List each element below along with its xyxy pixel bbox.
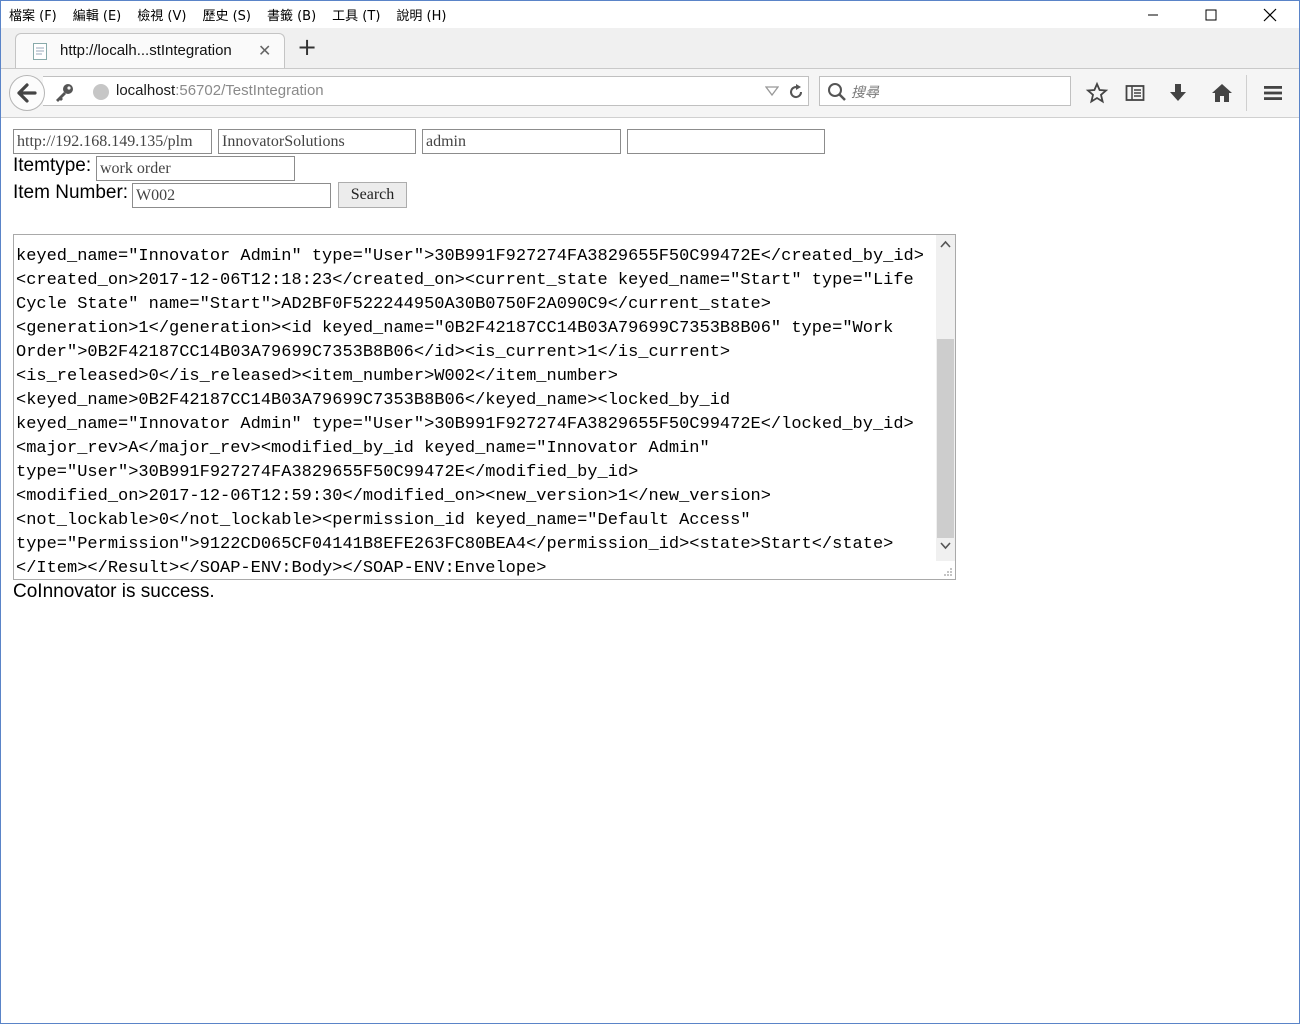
search-placeholder: 搜尋 — [851, 85, 879, 101]
vertical-scrollbar[interactable] — [936, 235, 955, 561]
menu-edit[interactable]: 編輯 (E) — [73, 5, 122, 24]
maximize-icon — [1205, 9, 1217, 20]
result-line: keyed_name="Innovator Admin" type="User"… — [16, 415, 914, 434]
database-input[interactable]: InnovatorSolutions — [218, 129, 416, 154]
browser-tab[interactable]: http://localh...stIntegration ✕ — [15, 33, 285, 68]
result-line: <is_released>0</is_released><item_number… — [16, 367, 618, 386]
menu-view[interactable]: 檢視 (V) — [137, 5, 186, 24]
tab-title: http://localh...stIntegration — [60, 42, 232, 59]
tab-close-icon[interactable]: ✕ — [258, 41, 271, 60]
resize-grip-icon[interactable] — [943, 567, 953, 577]
close-window-button[interactable] — [1241, 1, 1299, 28]
url-host: localhost — [116, 82, 176, 99]
result-line: type="Permission">9122CD065CF04141B8EFE2… — [16, 535, 894, 554]
result-line: <major_rev>A</major_rev><modified_by_id … — [16, 439, 710, 458]
result-line: <created_on>2017-12-06T12:18:23</created… — [16, 271, 914, 290]
bookmark-star-icon[interactable] — [1085, 81, 1109, 105]
minimize-icon — [1148, 14, 1158, 15]
minimize-button[interactable] — [1124, 1, 1182, 28]
result-line: keyed_name="Innovator Admin" type="User"… — [16, 247, 924, 266]
scroll-down-icon[interactable] — [940, 542, 951, 550]
maximize-button[interactable] — [1182, 1, 1240, 28]
result-line: <keyed_name>0B2F42187CC14B03A79699C7353B… — [16, 391, 731, 410]
password-input[interactable] — [627, 129, 825, 154]
server-url-input[interactable]: http://192.168.149.135/plm — [13, 129, 212, 154]
result-line: <modified_on>2017-12-06T12:59:30</modifi… — [16, 487, 771, 506]
page-icon — [33, 43, 47, 60]
navigation-bar: localhost:56702/TestIntegration 搜尋 — [1, 69, 1299, 118]
download-icon[interactable] — [1166, 81, 1190, 105]
search-button[interactable]: Search — [338, 182, 407, 208]
back-button[interactable] — [9, 75, 45, 111]
dropdown-arrow-icon[interactable] — [765, 84, 779, 98]
result-line-partial: __ — [16, 235, 916, 245]
itemtype-label: Itemtype: — [13, 155, 92, 176]
result-textarea[interactable]: __ keyed_name="Innovator Admin" type="Use… — [13, 234, 956, 580]
item-number-label: Item Number: — [13, 182, 129, 203]
result-text: __ keyed_name="Innovator Admin" type="Use… — [16, 235, 924, 579]
new-tab-plus-icon[interactable]: + — [297, 35, 317, 59]
search-icon — [828, 83, 846, 101]
itemtype-input[interactable]: work order — [96, 156, 295, 181]
browser-window: 檔案 (F) 編輯 (E) 檢視 (V) 歷史 (S) 書籤 (B) 工具 (T… — [0, 0, 1300, 1024]
key-icon[interactable] — [53, 82, 75, 104]
username-input[interactable]: admin — [422, 129, 621, 154]
result-line: Order">0B2F42187CC14B03A79699C7353B8B06<… — [16, 343, 731, 362]
menu-history[interactable]: 歷史 (S) — [202, 5, 251, 24]
url-text[interactable]: localhost:56702/TestIntegration — [116, 82, 324, 99]
result-line: </Item></Result></SOAP-ENV:Body></SOAP-E… — [16, 559, 547, 578]
reload-icon[interactable] — [786, 82, 806, 102]
item-number-input[interactable]: W002 — [132, 183, 331, 208]
toolbar-divider — [1246, 75, 1247, 111]
scrollbar-thumb[interactable] — [937, 339, 954, 538]
page-content: http://192.168.149.135/plm InnovatorSolu… — [1, 118, 1299, 1023]
menu-file[interactable]: 檔案 (F) — [9, 5, 57, 24]
globe-icon — [93, 84, 109, 100]
reading-list-icon[interactable] — [1123, 81, 1147, 105]
result-line: <not_lockable>0</not_lockable><permissio… — [16, 511, 751, 530]
menu-hamburger-icon[interactable] — [1261, 81, 1285, 105]
menu-help[interactable]: 說明 (H) — [396, 5, 446, 24]
menu-items: 檔案 (F) 編輯 (E) 檢視 (V) 歷史 (S) 書籤 (B) 工具 (T… — [9, 5, 462, 24]
result-line: Cycle State" name="Start">AD2BF0F5222449… — [16, 295, 771, 314]
result-line: <generation>1</generation><id keyed_name… — [16, 319, 894, 338]
tab-strip: http://localh...stIntegration ✕ + — [1, 28, 1299, 69]
close-icon — [1263, 8, 1277, 21]
url-path: :56702/TestIntegration — [175, 82, 324, 99]
menu-bar: 檔案 (F) 編輯 (E) 檢視 (V) 歷史 (S) 書籤 (B) 工具 (T… — [1, 1, 1299, 28]
status-message: CoInnovator is success. — [13, 581, 215, 602]
menu-bookmarks[interactable]: 書籤 (B) — [267, 5, 316, 24]
scroll-up-icon[interactable] — [940, 240, 951, 248]
back-arrow-icon — [17, 83, 37, 103]
menu-tools[interactable]: 工具 (T) — [332, 5, 380, 24]
home-icon[interactable] — [1210, 81, 1234, 105]
result-line: type="User">30B991F927274FA3829655F50C99… — [16, 463, 639, 482]
